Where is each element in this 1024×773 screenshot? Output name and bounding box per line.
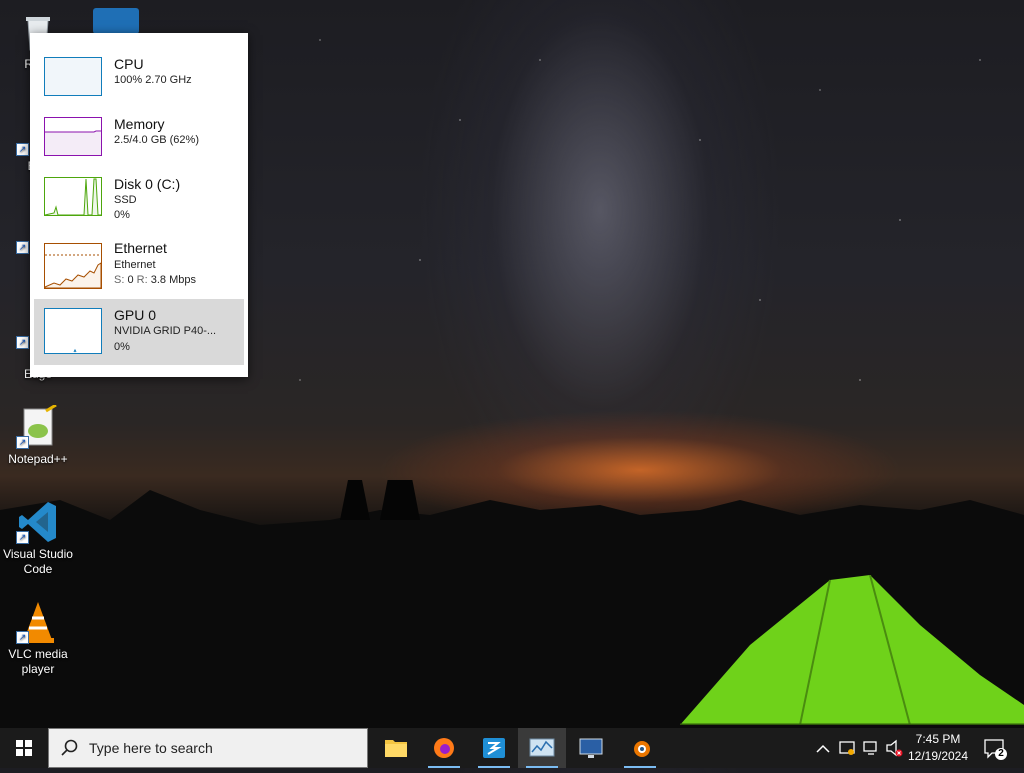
show-hidden-icons-button[interactable]: [812, 728, 834, 768]
wallpaper-tent: [680, 575, 1024, 725]
disk-graph: [44, 177, 102, 216]
vlc-icon: ↗: [16, 600, 60, 644]
taskbar: Type here to search 7:45 PM 12/19/2024 2: [0, 728, 1024, 768]
notepad-plus-plus-icon: ↗: [16, 403, 60, 449]
desktop-icon-label: player: [21, 662, 55, 676]
clock-date: 12/19/2024: [907, 749, 969, 763]
perf-item-throughput: S: 0 R: 3.8 Mbps: [114, 274, 196, 286]
desktop-icon-vlc[interactable]: ↗ VLC media player: [0, 600, 76, 677]
clock[interactable]: 7:45 PM 12/19/2024: [902, 731, 974, 765]
volume-icon-button[interactable]: [884, 728, 904, 768]
taskbar-firefox[interactable]: [420, 728, 468, 768]
taskbar-app-blue[interactable]: [470, 728, 518, 768]
network-icon: [863, 741, 877, 755]
clock-time: 7:45 PM: [915, 732, 961, 746]
taskbar-file-explorer[interactable]: [372, 728, 420, 768]
perf-item-gpu[interactable]: GPU 0 NVIDIA GRID P40-... 0%: [34, 299, 244, 365]
search-icon: [61, 739, 78, 756]
firefox-icon: [434, 738, 454, 758]
shortcut-arrow-icon: ↗: [16, 631, 29, 644]
blender-icon: [634, 741, 650, 757]
desktop-icon-label: Code: [23, 562, 53, 576]
perf-item-memory[interactable]: Memory 2.5/4.0 GB (62%): [34, 108, 244, 170]
remote-desktop-icon: [579, 738, 603, 758]
perf-item-ethernet[interactable]: Ethernet Ethernet S: 0 R: 3.8 Mbps: [34, 233, 244, 295]
perf-item-title: GPU 0: [114, 307, 157, 323]
taskbar-blender[interactable]: [616, 728, 664, 768]
desktop-icon-label: VLC media: [8, 647, 68, 661]
perf-item-cpu[interactable]: CPU 100% 2.70 GHz: [34, 48, 244, 110]
task-manager-icon: [529, 738, 555, 757]
desktop-icon-notepad-plus-plus[interactable]: ↗ Notepad++: [0, 403, 76, 467]
shortcut-arrow-icon: ↗: [16, 436, 29, 449]
perf-item-detail: 2.5/4.0 GB (62%): [114, 134, 199, 146]
perf-item-title: Disk 0 (C:): [114, 176, 181, 192]
perf-item-title: CPU: [114, 56, 144, 72]
memory-graph: [44, 117, 102, 156]
start-button[interactable]: [0, 728, 48, 768]
chevron-up-icon: [816, 744, 830, 753]
perf-item-detail: 100% 2.70 GHz: [114, 74, 192, 86]
perf-item-disk[interactable]: Disk 0 (C:) SSD 0%: [34, 168, 244, 230]
tray-app-icon[interactable]: [836, 728, 858, 768]
performance-summary-popup: CPU 100% 2.70 GHz Memory 2.5/4.0 GB (62%…: [30, 33, 248, 377]
perf-item-title: Memory: [114, 116, 165, 132]
shortcut-arrow-icon: ↗: [16, 531, 29, 544]
ethernet-graph: [44, 243, 102, 289]
perf-item-detail: NVIDIA GRID P40-...: [114, 325, 217, 337]
taskbar-task-manager[interactable]: [518, 728, 566, 768]
desktop-icon-label: Visual Studio: [3, 547, 73, 561]
taskbar-remote-desktop[interactable]: [567, 728, 615, 768]
desktop-icon-vscode[interactable]: ↗ Visual Studio Code: [0, 500, 76, 577]
cpu-graph: [44, 57, 102, 96]
search-placeholder: Type here to search: [89, 740, 213, 756]
desktop-icon-label: Notepad++: [8, 452, 68, 466]
perf-item-title: Ethernet: [114, 240, 167, 256]
vscode-icon: ↗: [16, 500, 60, 544]
network-icon-button[interactable]: [860, 728, 882, 768]
tray-monitor-icon: [839, 741, 855, 755]
windows-logo-icon: [16, 740, 32, 756]
perf-item-detail: SSD: [114, 194, 137, 206]
app-blue-desktop-icon[interactable]: [93, 8, 139, 34]
shortcut-arrow-icon: ↗: [16, 143, 29, 156]
search-box[interactable]: Type here to search: [48, 728, 368, 768]
shortcut-arrow-icon: ↗: [16, 336, 29, 349]
perf-item-value: 0%: [114, 209, 130, 221]
perf-item-value: 0%: [114, 341, 130, 353]
perf-item-detail: Ethernet: [114, 259, 156, 271]
file-explorer-icon: [385, 740, 407, 757]
app-blue-icon: [483, 738, 505, 758]
gpu-graph: [44, 308, 102, 354]
notification-count-badge: 2: [998, 748, 1004, 759]
volume-muted-icon: [886, 739, 903, 757]
action-center-button[interactable]: 2: [980, 728, 1010, 768]
shortcut-arrow-icon: ↗: [16, 241, 29, 254]
